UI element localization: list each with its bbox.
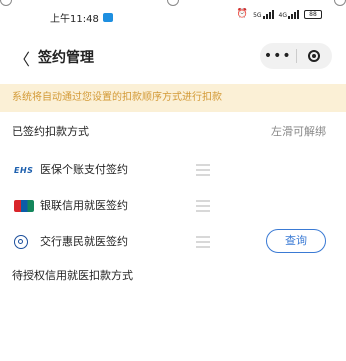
- method-label: 医保个账支付签约: [40, 163, 128, 176]
- signal-right-icon: 4G: [279, 9, 299, 19]
- method-row-bocom[interactable]: 交行惠民就医签约 查询: [0, 224, 346, 260]
- method-row-unionpay[interactable]: 银联信用就医签约: [0, 188, 346, 224]
- notice-banner: 系统将自动通过您设置的扣款顺序方式进行扣款: [0, 84, 346, 112]
- swipe-hint: 左滑可解绑: [271, 125, 326, 138]
- query-button[interactable]: 查询: [266, 229, 326, 253]
- battery-icon: 88: [304, 9, 322, 19]
- page-title: 签约管理: [38, 50, 94, 66]
- pending-section-title: 待授权信用就医扣款方式: [12, 269, 133, 282]
- signed-section-header: 已签约扣款方式 左滑可解绑: [0, 112, 346, 152]
- alarm-icon: ⏰: [236, 9, 249, 19]
- method-row-medical-insurance[interactable]: EHS 医保个账支付签约: [0, 152, 346, 188]
- status-icons: ⏰ 5G 4G 88: [237, 9, 322, 19]
- method-label: 银联信用就医签约: [40, 199, 128, 212]
- status-time: 上午11:48: [50, 10, 113, 25]
- drag-handle-icon[interactable]: [196, 164, 210, 176]
- notification-icon: [102, 13, 113, 22]
- unionpay-icon: [14, 199, 34, 213]
- signal-left-icon: 5G: [253, 9, 274, 19]
- drag-handle-icon[interactable]: [196, 200, 210, 212]
- nav-header: 〈 签约管理 •••: [0, 32, 346, 84]
- more-button[interactable]: •••: [260, 43, 296, 69]
- time-text: 上午11:48: [50, 14, 99, 25]
- screen: 上午11:48 ⏰ 5G 4G 88 〈 签约管理 ••• 系统将自动通过您设置…: [0, 0, 346, 361]
- mini-program-capsule: •••: [260, 43, 332, 69]
- signed-section-title: 已签约扣款方式: [12, 125, 89, 138]
- ehs-medical-insurance-icon: EHS: [14, 165, 34, 175]
- back-chevron-icon[interactable]: 〈: [14, 46, 30, 70]
- bocom-bank-icon: [14, 235, 28, 249]
- target-icon: [308, 50, 321, 62]
- pending-section-header: 待授权信用就医扣款方式: [0, 260, 346, 292]
- empty-area: [0, 292, 346, 361]
- method-label: 交行惠民就医签约: [40, 235, 128, 248]
- close-mini-program-button[interactable]: [296, 50, 332, 62]
- drag-handle-icon[interactable]: [196, 236, 210, 248]
